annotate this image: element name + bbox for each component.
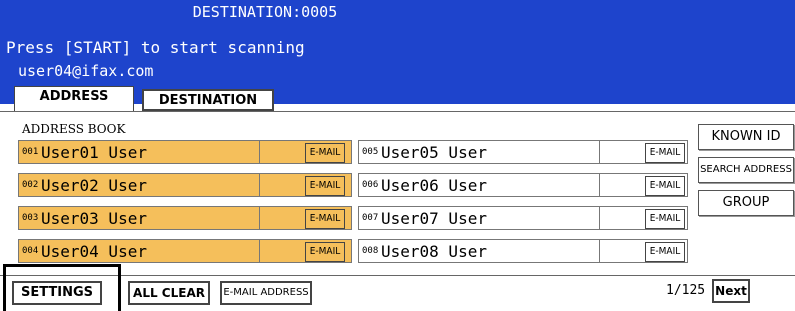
email-tag: E-MAIL — [645, 242, 685, 262]
page-indicator: 1/125 — [666, 283, 706, 298]
tab-address[interactable]: ADDRESS — [14, 86, 134, 111]
search-address-button[interactable]: SEARCH ADDRESS — [698, 157, 794, 183]
tab-destination[interactable]: DESTINATION — [142, 89, 274, 111]
address-entry[interactable]: 005 User05 User E-MAIL — [358, 140, 688, 164]
entry-number: 007 — [362, 213, 379, 223]
entry-divider — [259, 174, 260, 196]
entry-divider — [259, 141, 260, 163]
address-entry[interactable]: 003 User03 User E-MAIL — [18, 206, 352, 230]
entry-name: User03 User — [41, 209, 147, 228]
entry-number: 004 — [22, 246, 39, 256]
selected-email: user04@ifax.com — [18, 62, 154, 80]
email-address-button[interactable]: E-MAIL ADDRESS — [220, 281, 312, 305]
entry-divider — [599, 207, 600, 229]
entry-name: User04 User — [41, 242, 147, 261]
entry-name: User07 User — [381, 209, 487, 228]
entry-name: User02 User — [41, 176, 147, 195]
entry-name: User01 User — [41, 143, 147, 162]
entry-divider — [599, 240, 600, 262]
entry-name: User05 User — [381, 143, 487, 162]
email-tag: E-MAIL — [305, 176, 345, 196]
settings-button[interactable]: SETTINGS — [12, 281, 102, 305]
section-label: ADDRESS BOOK — [22, 122, 126, 136]
destination-counter: DESTINATION:0005 — [192, 3, 338, 21]
address-entry[interactable]: 002 User02 User E-MAIL — [18, 173, 352, 197]
email-tag: E-MAIL — [645, 176, 685, 196]
address-entry[interactable]: 008 User08 User E-MAIL — [358, 239, 688, 263]
address-entry[interactable]: 001 User01 User E-MAIL — [18, 140, 352, 164]
address-entry[interactable]: 007 User07 User E-MAIL — [358, 206, 688, 230]
known-id-button[interactable]: KNOWN ID — [698, 124, 794, 150]
address-entry[interactable]: 006 User06 User E-MAIL — [358, 173, 688, 197]
entry-divider — [259, 207, 260, 229]
email-tag: E-MAIL — [305, 209, 345, 229]
entry-number: 002 — [22, 180, 39, 190]
email-tag: E-MAIL — [645, 143, 685, 163]
all-clear-button[interactable]: ALL CLEAR — [128, 281, 210, 305]
entry-number: 001 — [22, 147, 39, 157]
entry-number: 003 — [22, 213, 39, 223]
entry-name: User06 User — [381, 176, 487, 195]
next-button[interactable]: Next — [712, 279, 750, 303]
entry-number: 008 — [362, 246, 379, 256]
entry-number: 006 — [362, 180, 379, 190]
entry-divider — [259, 240, 260, 262]
address-entry[interactable]: 004 User04 User E-MAIL — [18, 239, 352, 263]
entry-divider — [599, 174, 600, 196]
entry-name: User08 User — [381, 242, 487, 261]
email-tag: E-MAIL — [305, 143, 345, 163]
instruction-text: Press [START] to start scanning — [6, 38, 305, 57]
email-tag: E-MAIL — [305, 242, 345, 262]
entry-number: 005 — [362, 147, 379, 157]
group-button[interactable]: GROUP — [698, 190, 794, 216]
email-tag: E-MAIL — [645, 209, 685, 229]
entry-divider — [599, 141, 600, 163]
